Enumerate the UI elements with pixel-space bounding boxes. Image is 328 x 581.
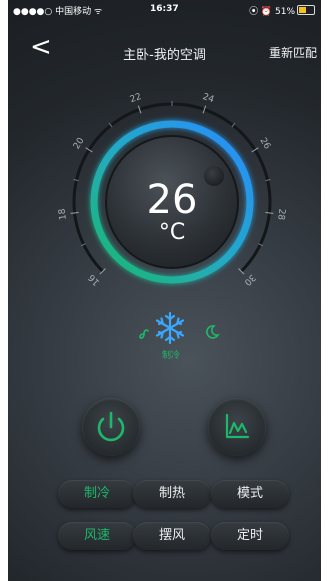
battery-fill — [299, 7, 307, 13]
mode-heat-button[interactable]: 制热 — [133, 480, 211, 508]
power-icon — [97, 411, 125, 442]
app-screen: ●●●●○ 中国移动 ᯤ 16:37 ⦿ ⏰ 51% < 主卧-我的空调 重新匹… — [8, 0, 321, 581]
status-bar: ●●●●○ 中国移动 ᯤ 16:37 ⦿ ⏰ 51% — [8, 0, 321, 18]
temperature-value: 26 — [146, 177, 198, 223]
carrier-signal: ●●●●○ 中国移动 ᯤ — [13, 7, 103, 17]
rematch-button[interactable]: 重新匹配 — [269, 44, 317, 61]
mode-indicator: 制冷 — [8, 310, 321, 362]
dial-tick-label: 26 — [257, 136, 272, 151]
battery-icon — [297, 5, 315, 15]
fan-icon — [136, 326, 152, 346]
temperature-unit: °C — [158, 220, 186, 245]
mode-button[interactable]: 模式 — [211, 480, 289, 508]
dial-tick-label: 18 — [58, 208, 69, 221]
dial-tick-label: 22 — [129, 92, 143, 105]
dial-tick-label: 24 — [201, 92, 215, 105]
status-right: ⦿ ⏰ 51% — [249, 7, 295, 17]
nav-bar: < 主卧-我的空调 重新匹配 — [8, 32, 321, 68]
fan-speed-button[interactable]: 风速 — [58, 522, 136, 550]
status-time: 16:37 — [150, 4, 179, 14]
dial-tick — [265, 212, 274, 214]
dial-tick — [70, 212, 79, 214]
moon-icon — [204, 324, 220, 344]
snowflake-icon — [152, 310, 188, 346]
chart-button[interactable] — [208, 398, 266, 456]
chart-icon — [225, 413, 250, 439]
power-button[interactable] — [82, 398, 140, 456]
temperature-readout: 26 °C — [120, 180, 224, 244]
mode-cool-button[interactable]: 制冷 — [58, 480, 136, 508]
swing-button[interactable]: 摆风 — [133, 522, 211, 550]
mode-label: 制冷 — [161, 351, 180, 361]
dial-tick-label: 20 — [72, 136, 87, 151]
timer-button[interactable]: 定时 — [211, 522, 289, 550]
dial-tick-label: 28 — [275, 208, 286, 221]
